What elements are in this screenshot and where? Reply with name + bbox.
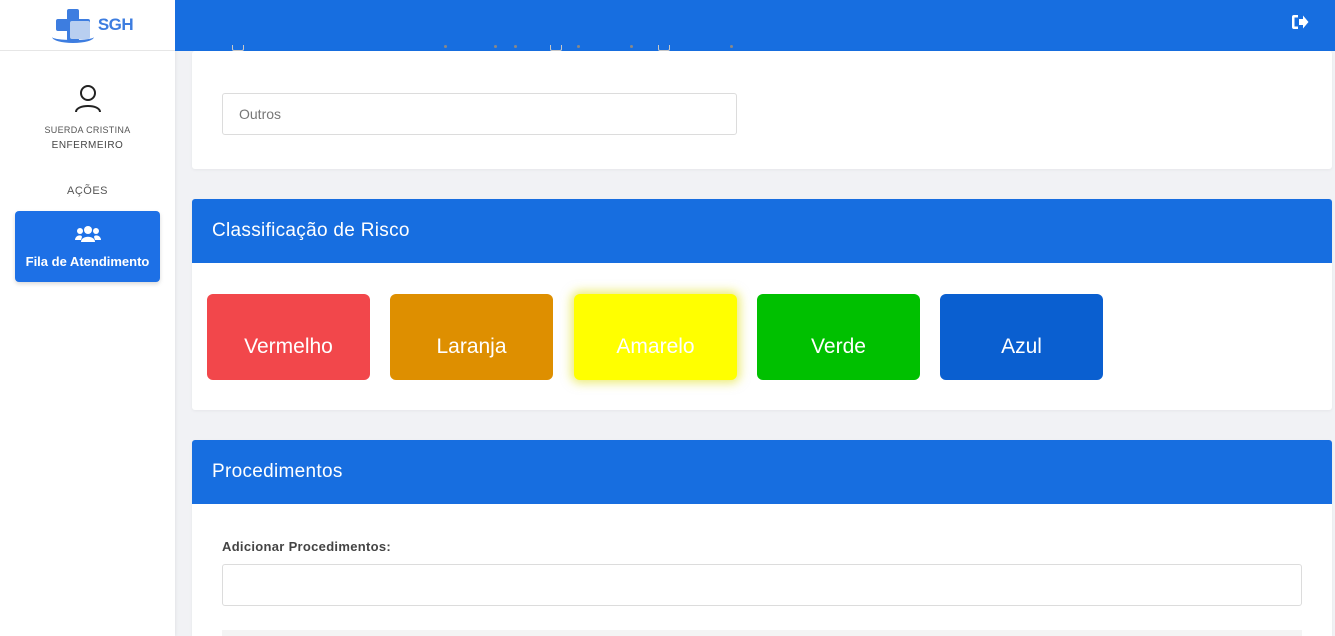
sidebar: SGH SUERDA CRISTINA ENFERMEIRO AÇÕES Fil… [0, 0, 175, 636]
outros-input[interactable] [222, 93, 737, 135]
topbar [175, 0, 1335, 51]
add-procedures-label: Adicionar Procedimentos: [222, 539, 392, 554]
user-name: SUERDA CRISTINA [44, 125, 131, 135]
checkbox[interactable] [658, 45, 670, 51]
checkbox-row-partial [232, 45, 772, 55]
add-procedures-input[interactable] [222, 564, 1302, 606]
risk-classification-card: Classificação de Risco Vermelho Laranja … [192, 199, 1332, 410]
user-role: ENFERMEIRO [51, 140, 124, 151]
user-icon [74, 85, 101, 113]
risk-classification-title: Classificação de Risco [192, 199, 1332, 263]
risk-verde-button[interactable]: Verde [757, 294, 920, 380]
logo-text: SGH [97, 15, 134, 34]
fila-de-atendimento-label: Fila de Atendimento [25, 254, 150, 269]
procedures-card: Procedimentos Adicionar Procedimentos: [192, 440, 1332, 636]
sign-out-icon[interactable] [1291, 14, 1309, 30]
user-profile: SUERDA CRISTINA ENFERMEIRO [0, 84, 175, 151]
medical-cross-logo-icon [51, 7, 96, 43]
actions-section-label: AÇÕES [66, 185, 108, 197]
checkbox[interactable] [550, 45, 562, 51]
users-icon [74, 226, 101, 242]
risk-vermelho-button[interactable]: Vermelho [207, 294, 370, 380]
fila-de-atendimento-button[interactable]: Fila de Atendimento [15, 211, 160, 282]
checkbox[interactable] [232, 45, 244, 51]
risk-amarelo-button[interactable]: Amarelo [574, 294, 737, 380]
logo[interactable]: SGH [0, 0, 175, 51]
procedures-title: Procedimentos [192, 440, 1332, 504]
procedures-list-area [222, 630, 1302, 636]
triage-details-card [192, 45, 1332, 169]
risk-laranja-button[interactable]: Laranja [390, 294, 553, 380]
risk-azul-button[interactable]: Azul [940, 294, 1103, 380]
